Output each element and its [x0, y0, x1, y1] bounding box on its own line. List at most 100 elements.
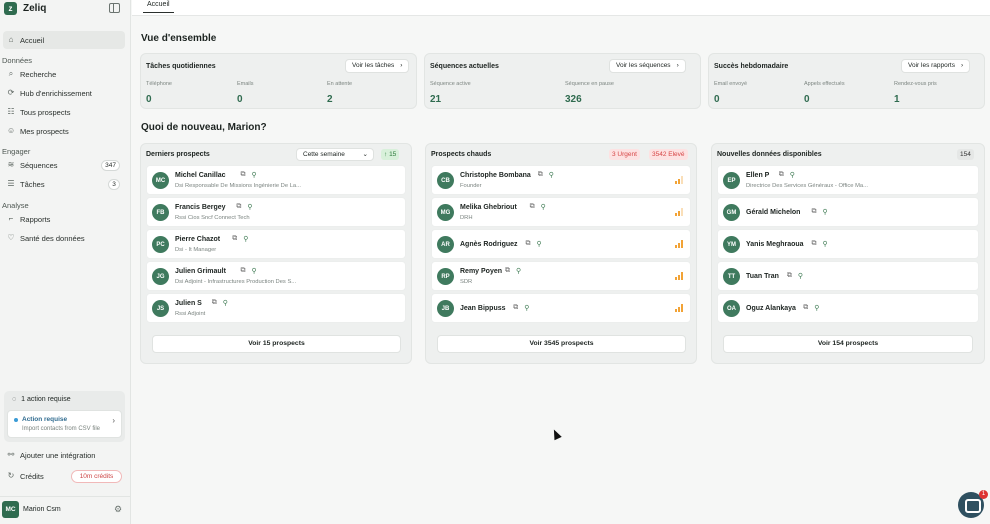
- prospect-title: Rssi Cios Sncf Connect Tech: [175, 215, 250, 221]
- add-integration-link[interactable]: ⚯ Ajouter une intégration: [3, 446, 125, 464]
- prospect-name[interactable]: Pierre Chazot: [175, 236, 220, 243]
- hubspot-icon[interactable]: ⚲: [247, 203, 252, 211]
- brand[interactable]: z Zeliq: [4, 2, 46, 15]
- prospect-name[interactable]: Remy Poyen: [460, 268, 502, 275]
- list-item[interactable]: MG Melika Ghebriout ⧉ ⚲ DRH: [431, 197, 691, 227]
- external-link-icon[interactable]: ⧉: [526, 240, 531, 248]
- list-item[interactable]: EP Ellen P ⧉ ⚲ Directrice Des Services Génér…: [717, 165, 979, 195]
- view-sequences-button[interactable]: Voir les séquences ›: [609, 59, 686, 73]
- hubspot-icon[interactable]: ⚲: [252, 267, 257, 275]
- external-link-icon[interactable]: ⧉: [212, 299, 217, 307]
- avatar: YM: [723, 236, 740, 253]
- external-link-icon[interactable]: ⧉: [241, 267, 246, 275]
- external-link-icon[interactable]: ⧉: [505, 267, 510, 275]
- credits-icon: ↻: [7, 471, 15, 480]
- list-item[interactable]: MC Michel Canillac ⧉ ⚲ Dsi Responsable De Mi…: [146, 165, 406, 195]
- external-link-icon[interactable]: ⧉: [812, 240, 817, 248]
- external-link-icon[interactable]: ⧉: [232, 235, 237, 243]
- avatar: JB: [437, 300, 454, 317]
- app-name: Zeliq: [23, 3, 47, 14]
- external-link-icon[interactable]: ⧉: [513, 304, 518, 312]
- new-prospects-badge: ↑ 15: [381, 149, 400, 160]
- external-link-icon[interactable]: ⧉: [538, 171, 543, 179]
- sidebar-item-my-prospects[interactable]: ☺ Mes prospects: [3, 122, 125, 140]
- sidebar-item-sequences[interactable]: ≋ Séquences 347: [3, 156, 125, 174]
- prospect-title: Rssi Adjoint: [175, 311, 206, 317]
- prospect-name[interactable]: Melika Ghebriout: [460, 204, 517, 211]
- hubspot-icon[interactable]: ⚲: [252, 171, 257, 179]
- hubspot-icon[interactable]: ⚲: [537, 240, 542, 248]
- list-item[interactable]: YM Yanis Meghraoua ⧉ ⚲: [717, 229, 979, 259]
- external-link-icon[interactable]: ⧉: [241, 171, 246, 179]
- sidebar-item-home[interactable]: ⌂ Accueil: [3, 31, 125, 49]
- external-link-icon[interactable]: ⧉: [530, 203, 535, 211]
- list-item[interactable]: JB Jean Bippuss ⧉ ⚲: [431, 293, 691, 323]
- list-item[interactable]: PC Pierre Chazot ⧉ ⚲ Dsi - It Manager: [146, 229, 406, 259]
- see-hot-prospects-button[interactable]: Voir 3545 prospects: [437, 335, 686, 353]
- hubspot-icon[interactable]: ⚲: [223, 299, 228, 307]
- prospect-name[interactable]: Jean Bippuss: [460, 305, 506, 312]
- sidebar-item-data-health[interactable]: ♡ Santé des données: [3, 229, 125, 247]
- list-item[interactable]: JS Julien S ⧉ ⚲ Rssi Adjoint: [146, 293, 406, 323]
- see-new-data-button[interactable]: Voir 154 prospects: [723, 335, 973, 353]
- list-item[interactable]: AR Agnès Rodriguez ⧉ ⚲: [431, 229, 691, 259]
- list-item[interactable]: TT Tuan Tran ⧉ ⚲: [717, 261, 979, 291]
- list-item[interactable]: OA Oguz Alankaya ⧉ ⚲: [717, 293, 979, 323]
- hubspot-icon[interactable]: ⚲: [790, 171, 795, 179]
- prospect-name[interactable]: Agnès Rodriguez: [460, 241, 518, 248]
- prospect-name[interactable]: Oguz Alankaya: [746, 305, 796, 312]
- hubspot-icon[interactable]: ⚲: [798, 272, 803, 280]
- external-link-icon[interactable]: ⧉: [236, 203, 241, 211]
- prospect-name[interactable]: Gérald Michelon: [746, 209, 800, 216]
- sidebar-item-all-prospects[interactable]: ☷ Tous prospects: [3, 103, 125, 121]
- button-label: Voir les séquences: [616, 62, 671, 69]
- prospect-name[interactable]: Michel Canillac: [175, 172, 226, 179]
- sidebar-item-tasks[interactable]: ☰ Tâches 3: [3, 175, 125, 193]
- hubspot-icon[interactable]: ⚲: [516, 267, 521, 275]
- external-link-icon[interactable]: ⧉: [803, 304, 808, 312]
- prospect-name[interactable]: Ellen P: [746, 172, 769, 179]
- stat-label: Rendez-vous pris: [894, 81, 937, 87]
- sequences-count-badge: 347: [101, 160, 120, 171]
- prospect-title: Dsi Adjoint - Infrastructures Production…: [175, 279, 297, 285]
- period-select[interactable]: Cette semaine ⌄: [296, 148, 374, 161]
- hubspot-icon[interactable]: ⚲: [823, 240, 828, 248]
- list-item[interactable]: JG Julien Grimault ⧉ ⚲ Dsi Adjoint - Infrast…: [146, 261, 406, 291]
- prospect-name[interactable]: Tuan Tran: [746, 273, 779, 280]
- external-link-icon[interactable]: ⧉: [787, 272, 792, 280]
- prospect-name[interactable]: Julien Grimault: [175, 268, 226, 275]
- external-link-icon[interactable]: ⧉: [812, 208, 817, 216]
- list-item[interactable]: CB Christophe Bombana ⧉ ⚲ Founder: [431, 165, 691, 195]
- weekly-success-card: Succès hebdomadaire Voir les rapports › E…: [708, 53, 985, 109]
- list-item[interactable]: GM Gérald Michelon ⧉ ⚲: [717, 197, 979, 227]
- hubspot-icon[interactable]: ⚲: [524, 304, 529, 312]
- prospect-name[interactable]: Yanis Meghraoua: [746, 241, 804, 248]
- required-action-card[interactable]: Action requise Import contacts from CSV …: [7, 410, 122, 438]
- view-tasks-button[interactable]: Voir les tâches ›: [345, 59, 410, 73]
- avatar: FB: [152, 204, 169, 221]
- see-latest-prospects-button[interactable]: Voir 15 prospects: [152, 335, 401, 353]
- signal-strength-icon: [675, 272, 684, 280]
- sidebar-item-label: Hub d'enrichissement: [20, 88, 92, 98]
- collapse-sidebar-icon[interactable]: [109, 3, 120, 13]
- prospect-name[interactable]: Christophe Bombana: [460, 172, 531, 179]
- gear-icon[interactable]: ⚙: [114, 504, 122, 515]
- tab-home[interactable]: Accueil: [143, 0, 174, 13]
- hubspot-icon[interactable]: ⚲: [243, 235, 248, 243]
- sidebar-item-label: Accueil: [20, 35, 45, 45]
- avatar: GM: [723, 204, 740, 221]
- prospect-name[interactable]: Julien S: [175, 300, 202, 307]
- hubspot-icon[interactable]: ⚲: [814, 304, 819, 312]
- prospect-name[interactable]: Francis Bergey: [175, 204, 226, 211]
- sidebar-item-reports[interactable]: ⌐ Rapports: [3, 210, 125, 228]
- sidebar-item-hub[interactable]: ⟳ Hub d'enrichissement: [3, 84, 125, 102]
- user-profile[interactable]: MC Marion Csm ⚙: [0, 496, 130, 524]
- hubspot-icon[interactable]: ⚲: [549, 171, 554, 179]
- hubspot-icon[interactable]: ⚲: [541, 203, 546, 211]
- hubspot-icon[interactable]: ⚲: [823, 208, 828, 216]
- sidebar-item-search[interactable]: ⌕ Recherche: [3, 65, 125, 83]
- list-item[interactable]: RP Remy Poyen ⧉ ⚲ SDR: [431, 261, 691, 291]
- external-link-icon[interactable]: ⧉: [779, 171, 784, 179]
- list-item[interactable]: FB Francis Bergey ⧉ ⚲ Rssi Cios Sncf Connect…: [146, 197, 406, 227]
- view-reports-button[interactable]: Voir les rapports ›: [901, 59, 971, 73]
